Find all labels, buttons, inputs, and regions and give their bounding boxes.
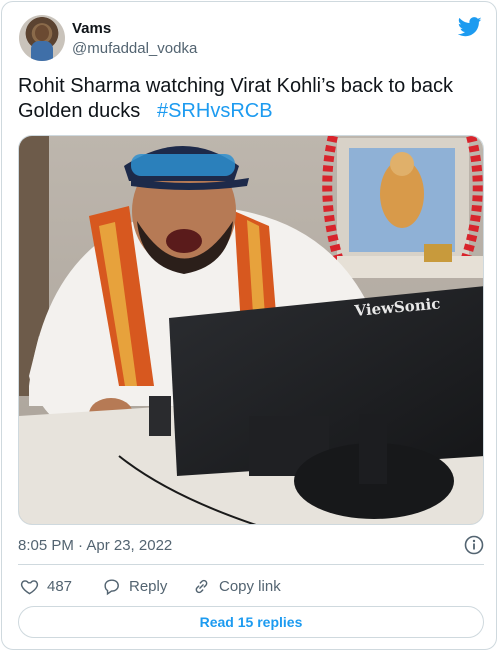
- author-name[interactable]: Vams: [72, 20, 111, 37]
- tweet-text: Rohit Sharma watching Virat Kohli’s back…: [18, 74, 484, 124]
- reply-button[interactable]: Reply: [102, 574, 167, 598]
- photo-illustration: ViewSonic: [19, 136, 483, 524]
- tweet-photo[interactable]: ViewSonic: [18, 135, 484, 525]
- speech-bubble-icon: [104, 578, 119, 595]
- like-count: 487: [47, 577, 73, 595]
- reply-label: Reply: [129, 577, 168, 595]
- author-handle[interactable]: @mufaddal_vodka: [72, 40, 197, 57]
- action-bar: 487 Reply Copy link: [18, 574, 484, 598]
- tweet-header: Vams @mufaddal_vodka: [18, 14, 484, 64]
- copy-link-label: Copy link: [219, 577, 281, 595]
- hashtag-link[interactable]: #SRHvsRCB: [157, 100, 273, 122]
- tweet-meta: 8:05 PM · Apr 23, 2022: [18, 535, 484, 557]
- twitter-bird-icon[interactable]: [458, 17, 482, 37]
- divider: [18, 564, 484, 565]
- like-button[interactable]: 487: [20, 574, 72, 598]
- link-icon: [195, 579, 208, 593]
- tweet-card: Vams @mufaddal_vodka Rohit Sharma watchi…: [1, 1, 497, 650]
- copy-link-button[interactable]: Copy link: [192, 574, 281, 598]
- avatar[interactable]: [19, 15, 65, 61]
- heart-icon: [20, 579, 39, 594]
- tweet-timestamp[interactable]: 8:05 PM · Apr 23, 2022: [18, 537, 172, 554]
- read-replies-button[interactable]: Read 15 replies: [18, 606, 484, 638]
- info-icon[interactable]: [464, 535, 484, 555]
